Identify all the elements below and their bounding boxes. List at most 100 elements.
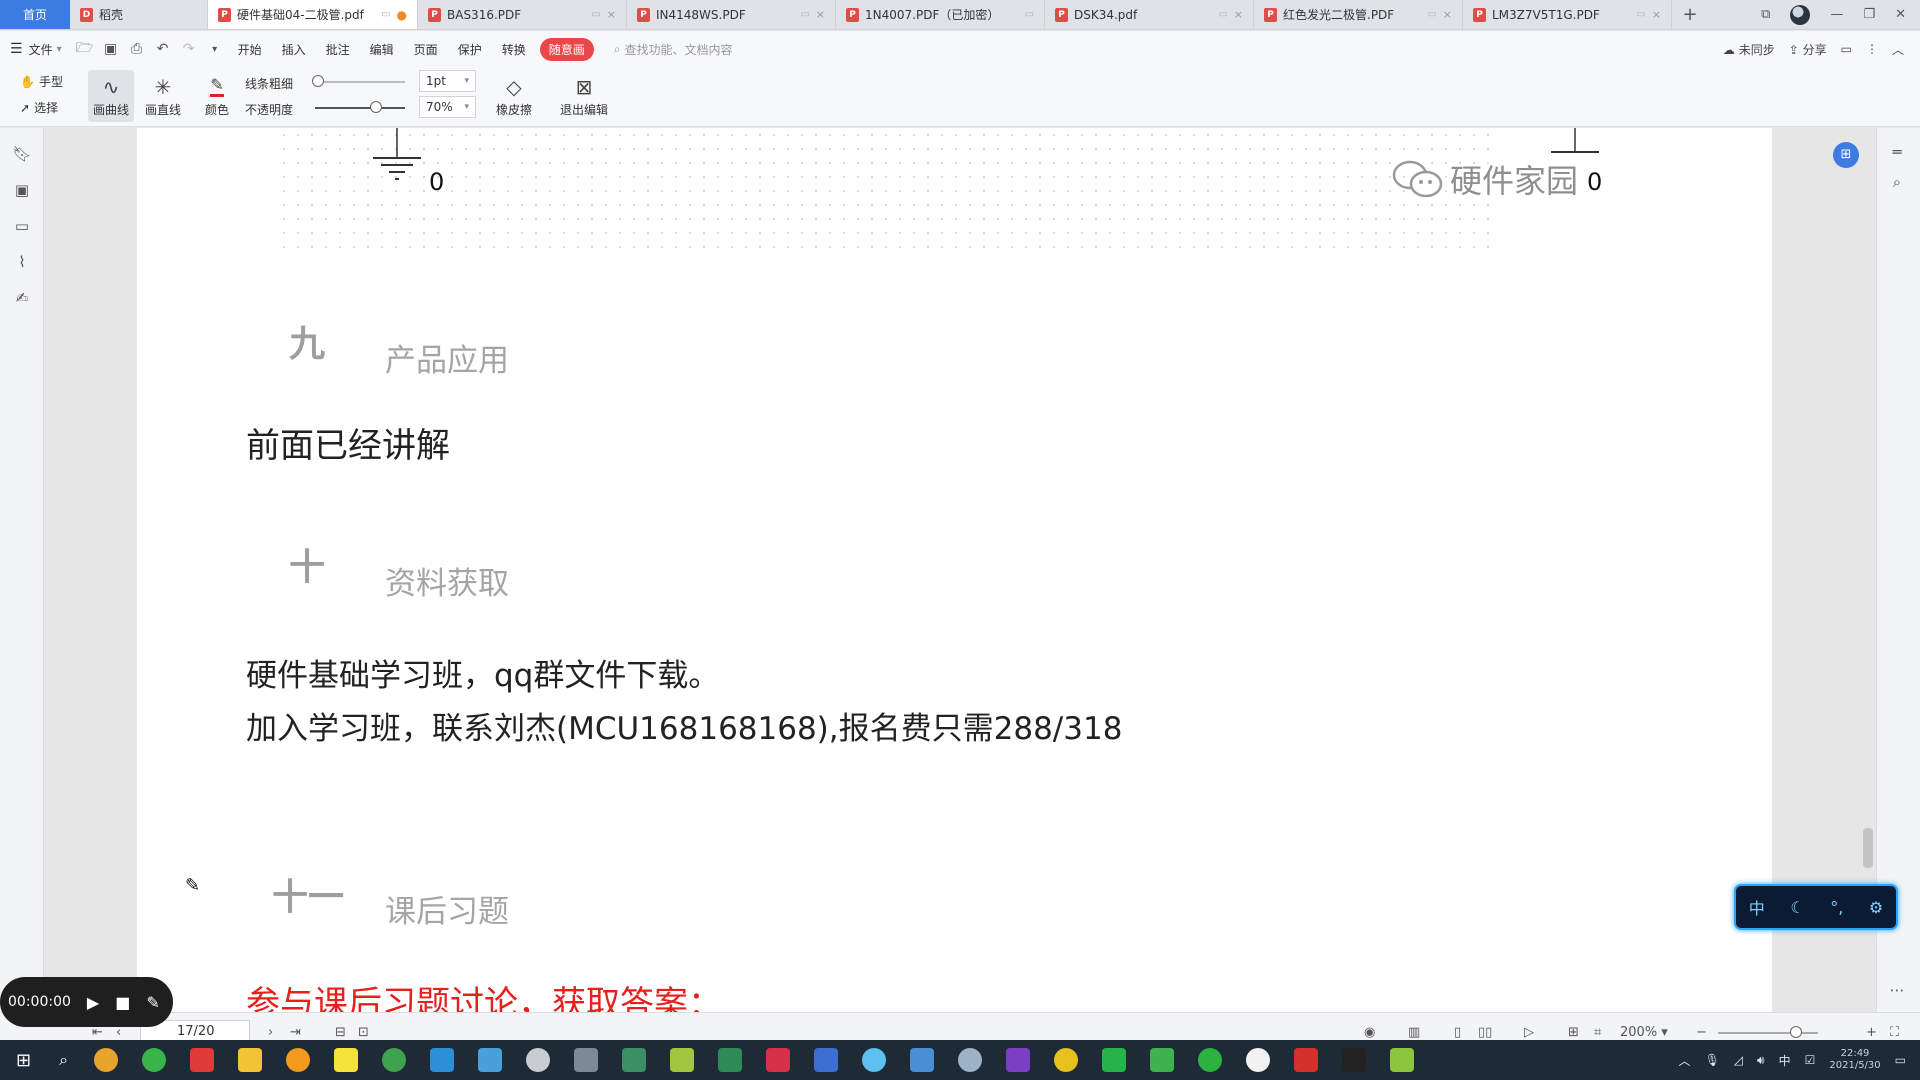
- menu-page[interactable]: 页面: [404, 31, 448, 67]
- crop-icon[interactable]: ⌗: [1594, 1025, 1601, 1040]
- zoom-slider-knob[interactable]: [1790, 1026, 1802, 1038]
- tab-docer[interactable]: D 稻壳: [70, 0, 208, 29]
- app-green-icon[interactable]: [382, 1048, 407, 1072]
- app-lime-icon[interactable]: [1390, 1048, 1415, 1072]
- redo-icon[interactable]: ↷: [176, 31, 202, 67]
- translate-float-icon[interactable]: ⊞: [1833, 142, 1859, 168]
- meeting-icon[interactable]: [430, 1048, 455, 1072]
- ime-lang-toggle[interactable]: 中: [1749, 895, 1765, 919]
- moon-icon[interactable]: ☾: [1790, 898, 1804, 917]
- app-gray-icon[interactable]: [526, 1048, 551, 1072]
- tab-close-icon[interactable]: ×: [1443, 8, 1452, 21]
- chrome-icon[interactable]: [94, 1048, 119, 1072]
- altium-icon[interactable]: [766, 1048, 791, 1072]
- fit-width-icon[interactable]: ⊡: [358, 1025, 369, 1040]
- avatar[interactable]: [1790, 4, 1811, 25]
- browser-icon[interactable]: [142, 1048, 167, 1072]
- new-tab-button[interactable]: +: [1672, 0, 1708, 29]
- color-picker-button[interactable]: ✎ 颜色: [196, 70, 238, 122]
- tab-window-icon[interactable]: ▭: [1025, 9, 1034, 20]
- settings-line-icon[interactable]: ═: [1887, 142, 1907, 162]
- tab-window-icon[interactable]: ▭: [591, 9, 600, 20]
- tab-pdf[interactable]: P 1N4007.PDF（已加密） ▭: [836, 0, 1045, 29]
- menu-freehand-draw[interactable]: 随意画: [539, 37, 594, 61]
- menu-edit[interactable]: 编辑: [360, 31, 404, 67]
- app-lightblue-icon[interactable]: [862, 1048, 887, 1072]
- more-dots-icon[interactable]: ⋯: [1887, 980, 1907, 1000]
- curve-tool-button[interactable]: ∿ 画曲线: [88, 70, 134, 122]
- opacity-select[interactable]: 70% ▾: [419, 96, 476, 118]
- thumbnail-icon[interactable]: ▣: [12, 180, 32, 200]
- tab-close-icon[interactable]: ×: [1652, 8, 1661, 21]
- stop-icon[interactable]: ■: [115, 993, 130, 1012]
- tab-current-pdf[interactable]: P 硬件基础04-二极管.pdf ▭ ●: [208, 0, 418, 29]
- file-explorer-icon[interactable]: [238, 1048, 263, 1072]
- tab-pdf[interactable]: P DSK34.pdf ▭ ×: [1045, 0, 1254, 29]
- gear-icon[interactable]: ⚙: [1869, 898, 1883, 917]
- app-pcb-icon[interactable]: [622, 1048, 647, 1072]
- save-icon[interactable]: ▣: [98, 31, 124, 67]
- fit-icon[interactable]: ⊞: [1568, 1025, 1579, 1040]
- pen-icon[interactable]: ✎: [146, 993, 159, 1012]
- app-red-icon[interactable]: [190, 1048, 215, 1072]
- windows-start-icon[interactable]: ⊞: [16, 1050, 31, 1071]
- double-page-icon[interactable]: ▯▯: [1478, 1025, 1492, 1040]
- opacity-slider-knob[interactable]: [370, 101, 382, 113]
- eye-protect-icon[interactable]: ◉: [1364, 1025, 1375, 1040]
- restore-icon[interactable]: ❐: [1863, 7, 1875, 22]
- tab-window-icon[interactable]: ▭: [1636, 9, 1645, 20]
- zoom-search-icon[interactable]: ⌕: [1887, 172, 1907, 192]
- eraser-button[interactable]: ◇ 橡皮擦: [488, 70, 540, 122]
- prev-page-icon[interactable]: ‹: [116, 1025, 121, 1040]
- search-app-icon[interactable]: [286, 1048, 311, 1072]
- pads-icon[interactable]: [670, 1048, 695, 1072]
- line-tool-button[interactable]: ✳ 画直线: [140, 70, 186, 122]
- qq-icon[interactable]: [1246, 1048, 1271, 1072]
- volume-icon[interactable]: 🔊︎: [1757, 1053, 1765, 1068]
- tab-pdf[interactable]: P BAS316.PDF ▭ ×: [418, 0, 627, 29]
- comment-icon[interactable]: ▭: [12, 216, 32, 236]
- iqiyi-icon[interactable]: [1102, 1048, 1127, 1072]
- tab-close-icon[interactable]: ×: [607, 8, 616, 21]
- search-icon[interactable]: ⌕: [59, 1050, 68, 1070]
- menu-annotate[interactable]: 批注: [316, 31, 360, 67]
- camera-icon[interactable]: [1342, 1048, 1367, 1072]
- microphone-icon[interactable]: 🎙︎: [1705, 1053, 1720, 1067]
- vertical-scrollbar[interactable]: [1863, 828, 1873, 868]
- zoom-in-icon[interactable]: +: [1866, 1025, 1877, 1040]
- collapse-ribbon-icon[interactable]: ︿: [1892, 41, 1904, 58]
- select-tool-button[interactable]: ➚ 选择: [20, 99, 58, 116]
- bookmark-icon[interactable]: 🔖︎: [12, 144, 32, 164]
- zoom-dropdown[interactable]: 200% ▾: [1620, 1025, 1668, 1040]
- undo-icon[interactable]: ↶: [150, 31, 176, 67]
- minimize-icon[interactable]: —: [1830, 7, 1843, 22]
- single-page-icon[interactable]: ▯: [1454, 1025, 1461, 1040]
- layout-icon[interactable]: ⧉: [1761, 7, 1770, 22]
- document-viewport[interactable]: 0 0 硬件家园 九 产品应用 前面已经讲解 十 资料获取 硬件基础学习班，qq…: [45, 128, 1875, 1024]
- notes-icon[interactable]: [334, 1048, 359, 1072]
- clock[interactable]: 22:49 2021/5/30: [1829, 1048, 1880, 1072]
- menu-protect[interactable]: 保护: [448, 31, 492, 67]
- fit-page-icon[interactable]: ⊟: [335, 1025, 346, 1040]
- tab-pdf[interactable]: P 红色发光二极管.PDF ▭ ×: [1254, 0, 1463, 29]
- tab-home[interactable]: 首页: [0, 0, 70, 29]
- wechat-icon[interactable]: [1198, 1048, 1223, 1072]
- zoom-out-icon[interactable]: −: [1696, 1025, 1707, 1040]
- zoom-slider[interactable]: [1718, 1032, 1818, 1034]
- print-icon[interactable]: ⎙: [124, 31, 150, 67]
- app-blue-icon[interactable]: [478, 1048, 503, 1072]
- play-icon[interactable]: ▶: [87, 993, 99, 1012]
- file-menu[interactable]: ☰ 文件 ▾: [0, 31, 72, 67]
- tab-window-icon[interactable]: ▭: [800, 9, 809, 20]
- menu-start[interactable]: 开始: [228, 31, 272, 67]
- sync-button[interactable]: ☁ 未同步: [1723, 41, 1775, 58]
- opacity-slider[interactable]: [315, 107, 405, 109]
- stroke-width-slider[interactable]: [315, 81, 405, 83]
- network-icon[interactable]: ◿: [1734, 1053, 1743, 1067]
- checkbox-tray-icon[interactable]: ☑: [1805, 1053, 1816, 1067]
- fullscreen-icon[interactable]: ⛶: [1890, 1025, 1899, 1040]
- tray-expand-icon[interactable]: ︿: [1679, 1052, 1691, 1069]
- punctuation-icon[interactable]: °,: [1830, 898, 1843, 917]
- share-button[interactable]: ⇪ 分享: [1789, 41, 1827, 58]
- hand-tool-button[interactable]: ✋ 手型: [20, 73, 63, 90]
